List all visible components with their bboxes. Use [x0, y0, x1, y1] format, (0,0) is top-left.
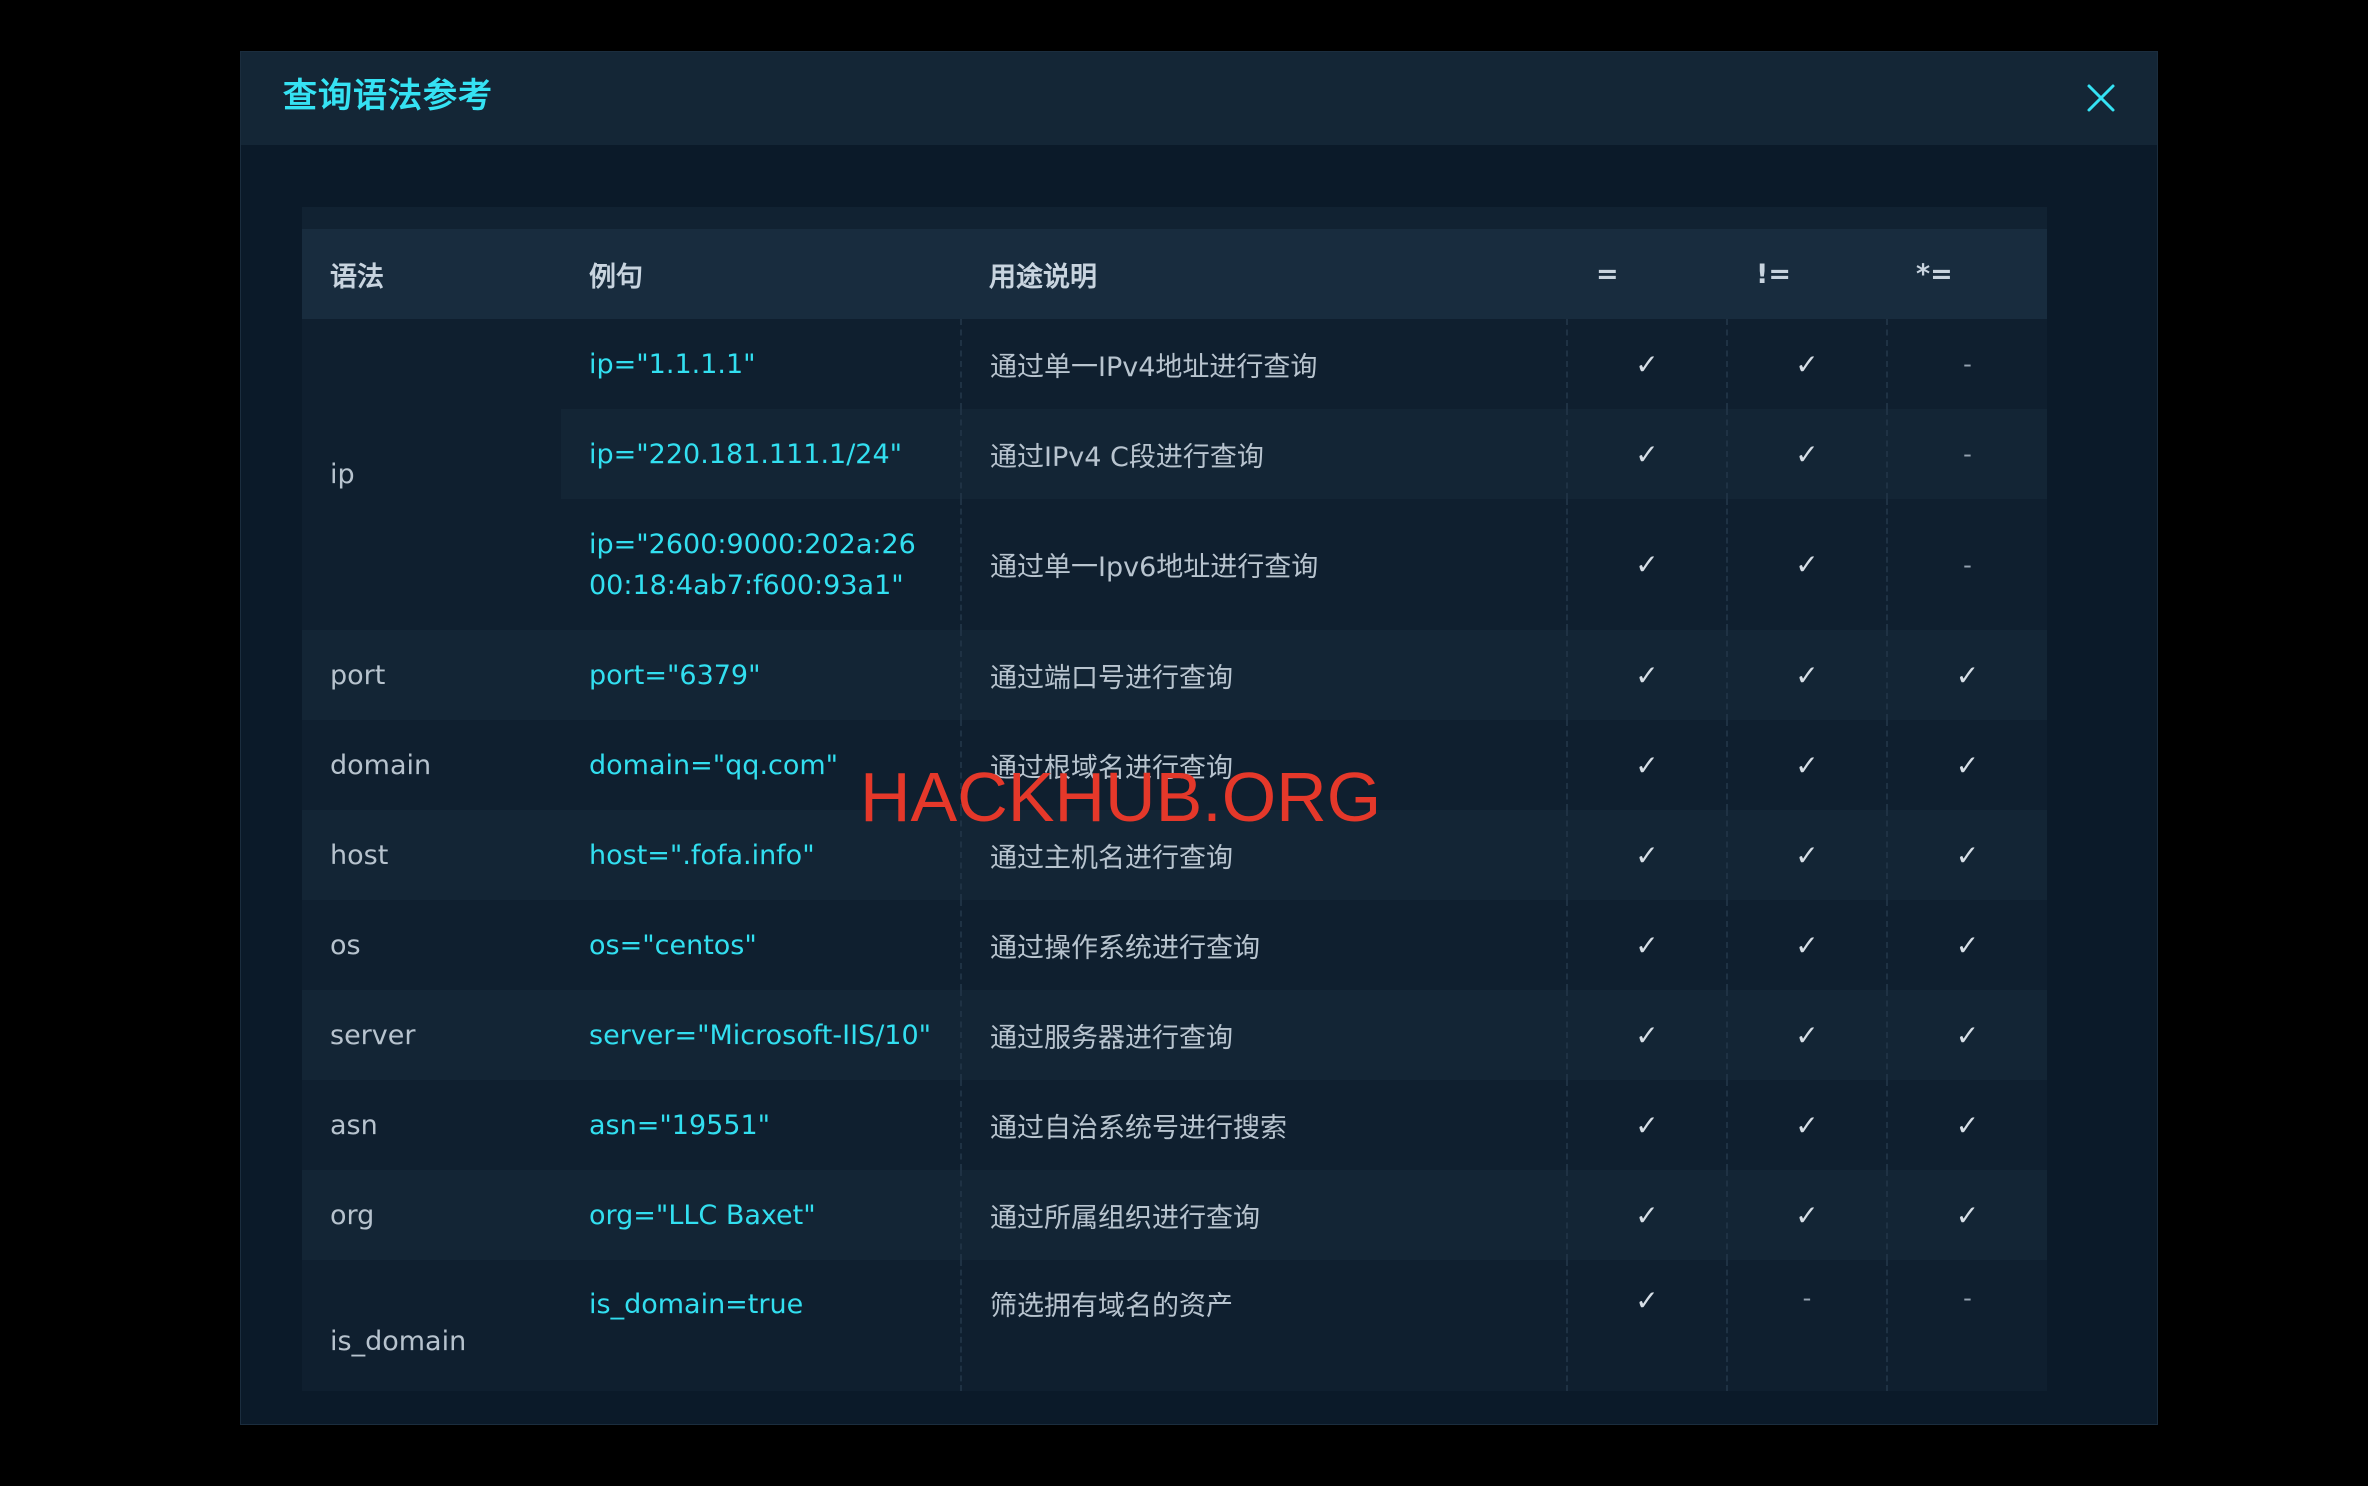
syntax-cell: host [330, 839, 389, 871]
description-cell: 通过主机名进行查询 [961, 810, 1568, 900]
example-cell: ip="220.181.111.1/24" [561, 409, 962, 499]
table-row: port port="6379" 通过端口号进行查询 ✓ ✓ ✓ [302, 630, 2047, 720]
equals-support: ✓ [1567, 630, 1728, 720]
fuzzy-support: ✓ [1955, 1018, 1980, 1052]
fuzzy-support: - [1963, 550, 1972, 579]
table-row: ip="220.181.111.1/24" 通过IPv4 C段进行查询 ✓ ✓ … [302, 409, 2047, 499]
not-equals-support: ✓ [1727, 1080, 1888, 1170]
example-cell: server="Microsoft-IIS/10" [561, 990, 962, 1080]
table-row: domain domain="qq.com" 通过根域名进行查询 ✓ ✓ ✓ [302, 720, 2047, 810]
syntax-table: 语法 例句 用途说明 = != *= ip ip="1.1.1.1" 通过单一I… [302, 229, 2047, 1391]
description-cell: 通过自治系统号进行搜索 [961, 1080, 1568, 1170]
fuzzy-support: - [1963, 1284, 1972, 1312]
header-fuzzy-equals: *= [1916, 258, 1953, 290]
description-cell: 通过所属组织进行查询 [961, 1170, 1568, 1260]
description-cell: 通过服务器进行查询 [961, 990, 1568, 1080]
equals-support: ✓ [1567, 1170, 1728, 1260]
syntax-cell: org [330, 1199, 375, 1231]
fuzzy-support: - [1963, 440, 1972, 468]
syntax-cell: domain [330, 749, 432, 781]
syntax-cell: os [330, 929, 361, 961]
equals-support: ✓ [1567, 810, 1728, 900]
table-row: asn asn="19551" 通过自治系统号进行搜索 ✓ ✓ ✓ [302, 1080, 2047, 1170]
description-cell: 通过单一Ipv6地址进行查询 [961, 499, 1568, 630]
example-cell: host=".fofa.info" [561, 810, 962, 900]
equals-support: ✓ [1567, 319, 1728, 409]
not-equals-support: ✓ [1727, 409, 1888, 499]
description-cell: 通过IPv4 C段进行查询 [961, 409, 1568, 499]
not-equals-support: ✓ [1727, 319, 1888, 409]
equals-support: ✓ [1567, 499, 1728, 630]
header-not-equals: != [1756, 258, 1791, 290]
not-equals-support: ✓ [1727, 990, 1888, 1080]
syntax-table-container[interactable]: 语法 例句 用途说明 = != *= ip ip="1.1.1.1" 通过单一I… [302, 207, 2047, 1416]
table-header-row: 语法 例句 用途说明 = != *= [302, 229, 2047, 319]
table-row: org org="LLC Baxet" 通过所属组织进行查询 ✓ ✓ ✓ [302, 1170, 2047, 1260]
example-cell: os="centos" [561, 900, 962, 990]
fuzzy-support: ✓ [1955, 928, 1980, 962]
modal-header: 查询语法参考 [241, 52, 2157, 145]
example-cell: is_domain=true [561, 1260, 962, 1391]
close-button[interactable] [2081, 78, 2121, 118]
syntax-cell: server [330, 1019, 416, 1051]
example-cell: org="LLC Baxet" [561, 1170, 962, 1260]
syntax-cell: asn [330, 1109, 378, 1141]
syntax-cell: is_domain [330, 1326, 467, 1357]
equals-support: ✓ [1567, 720, 1728, 810]
fuzzy-support: - [1963, 350, 1972, 378]
not-equals-support: ✓ [1727, 630, 1888, 720]
description-cell: 通过根域名进行查询 [961, 720, 1568, 810]
equals-support: ✓ [1567, 1260, 1728, 1391]
not-equals-support: - [1727, 1260, 1888, 1391]
table-row: ip="2600:9000:202a:2600:18:4ab7:f600:93a… [302, 499, 2047, 630]
equals-support: ✓ [1567, 1080, 1728, 1170]
equals-support: ✓ [1567, 990, 1728, 1080]
close-icon [2087, 84, 2115, 112]
syntax-cell: ip [302, 319, 561, 630]
not-equals-support: ✓ [1727, 720, 1888, 810]
description-cell: 筛选拥有域名的资产 [961, 1260, 1568, 1391]
example-cell: ip="1.1.1.1" [561, 319, 962, 409]
table-row: is_domain is_domain=true 筛选拥有域名的资产 ✓ - - [302, 1260, 2047, 1391]
not-equals-support: ✓ [1727, 900, 1888, 990]
table-row: ip ip="1.1.1.1" 通过单一IPv4地址进行查询 ✓ ✓ - [302, 319, 2047, 630]
table-row: host host=".fofa.info" 通过主机名进行查询 ✓ ✓ ✓ [302, 810, 2047, 900]
example-cell: asn="19551" [561, 1080, 962, 1170]
header-example: 例句 [589, 261, 643, 293]
fuzzy-support: ✓ [1955, 1198, 1980, 1232]
description-cell: 通过端口号进行查询 [961, 630, 1568, 720]
header-description: 用途说明 [989, 261, 1097, 293]
fuzzy-support: ✓ [1955, 748, 1980, 782]
description-cell: 通过操作系统进行查询 [961, 900, 1568, 990]
equals-support: ✓ [1567, 409, 1728, 499]
not-equals-support: ✓ [1727, 810, 1888, 900]
fuzzy-support: ✓ [1955, 1108, 1980, 1142]
fuzzy-support: ✓ [1955, 838, 1980, 872]
description-cell: 通过单一IPv4地址进行查询 [961, 319, 1568, 409]
syntax-cell: port [330, 659, 386, 691]
example-cell: domain="qq.com" [561, 720, 962, 810]
table-row: server server="Microsoft-IIS/10" 通过服务器进行… [302, 990, 2047, 1080]
not-equals-support: ✓ [1727, 499, 1888, 630]
fuzzy-support: ✓ [1955, 658, 1980, 692]
equals-support: ✓ [1567, 900, 1728, 990]
table-row: os os="centos" 通过操作系统进行查询 ✓ ✓ ✓ [302, 900, 2047, 990]
header-equals: = [1596, 258, 1619, 290]
syntax-reference-modal: 查询语法参考 语法 例句 用途说明 = != *= ip ip="1.1.1.1… [240, 51, 2158, 1425]
example-cell: port="6379" [561, 630, 962, 720]
not-equals-support: ✓ [1727, 1170, 1888, 1260]
header-syntax: 语法 [330, 261, 384, 293]
modal-title: 查询语法参考 [283, 76, 493, 116]
example-cell: ip="2600:9000:202a:2600:18:4ab7:f600:93a… [561, 499, 962, 630]
